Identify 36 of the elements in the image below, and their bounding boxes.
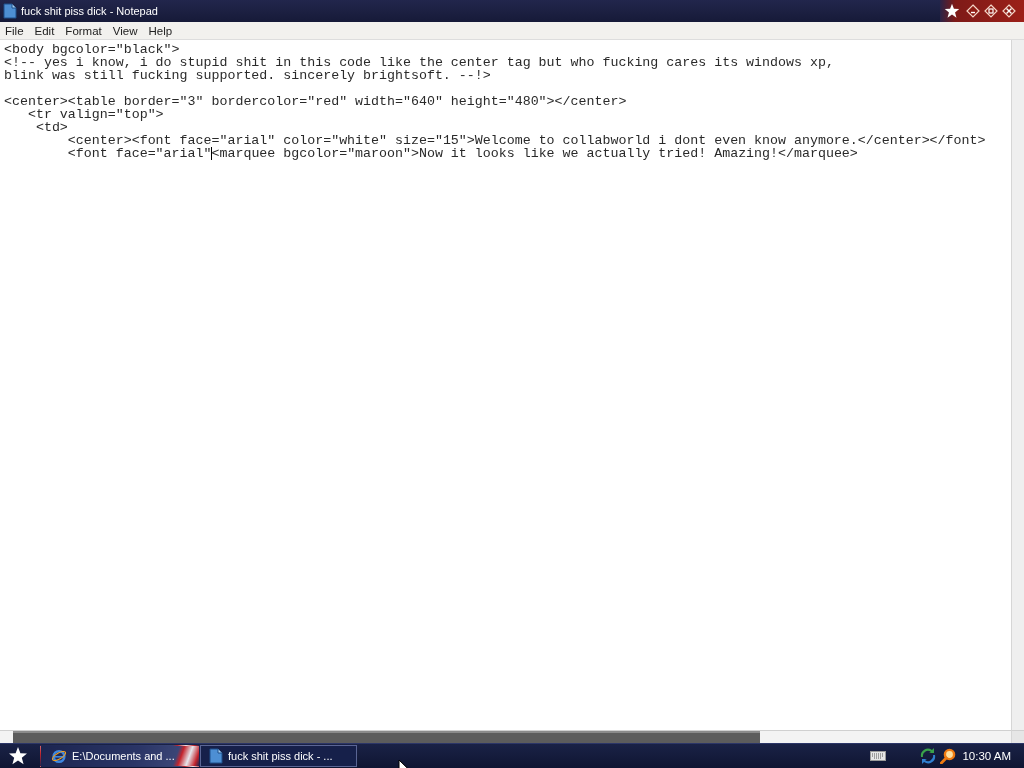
taskbar-button[interactable]: E:\Documents and ... xyxy=(40,745,200,767)
clock[interactable]: 10:30 AM xyxy=(962,750,1011,762)
star-icon xyxy=(8,746,28,766)
menu-item[interactable]: View xyxy=(107,24,144,37)
window-title: fuck shit piss dick - Notepad xyxy=(21,5,159,17)
close-icon xyxy=(1002,4,1016,18)
vertical-scrollbar[interactable] xyxy=(1011,40,1024,730)
magnifier-icon[interactable] xyxy=(940,748,957,764)
code-line: <td> xyxy=(35,121,68,134)
code-line: <tr valign="top"> xyxy=(27,108,164,121)
code-line: <!-- yes i know, i do stupid shit in this code like the center tag but who fucking cares its windows xp, xyxy=(4,56,834,69)
menu-item[interactable]: Edit xyxy=(29,24,61,37)
code-line: <font face="arial" xyxy=(67,147,212,160)
minimize-button[interactable] xyxy=(966,4,980,18)
scrollbar-thumb[interactable] xyxy=(13,731,760,743)
code-line: blink was still fucking supported. sincerely brightsoft. --!> xyxy=(4,69,491,82)
menu-item[interactable]: File xyxy=(0,24,30,37)
menu-item[interactable]: Help xyxy=(143,24,179,37)
document-icon xyxy=(3,3,17,19)
minimize-icon xyxy=(966,4,980,18)
menu-item[interactable]: Format xyxy=(60,24,108,37)
maximize-icon xyxy=(984,4,998,18)
code-line: <center><font face="arial" color="white" size="15">Welcome to collabworld i dont even know anymore.</center></font> xyxy=(67,134,986,147)
arrows-icon[interactable] xyxy=(920,748,937,764)
document-icon xyxy=(209,748,223,764)
maximize-button[interactable] xyxy=(984,4,998,18)
star-icon xyxy=(944,3,960,19)
browser-icon xyxy=(51,748,67,764)
close-button[interactable] xyxy=(1002,4,1016,18)
horizontal-scrollbar[interactable] xyxy=(0,730,1011,743)
scrollbar-corner xyxy=(1011,730,1024,743)
taskbar-button[interactable]: fuck shit piss dick - ... xyxy=(200,745,357,767)
code-line: <marquee bgcolor="maroon">Now it looks like we actually tried! Amazing!</marquee> xyxy=(211,147,858,160)
code-line: <center><table border="3" bordercolor="red" width="640" height="480"></center> xyxy=(4,95,627,108)
keyboard-icon[interactable] xyxy=(870,751,887,761)
code-line: <body bgcolor="black"> xyxy=(4,43,180,56)
